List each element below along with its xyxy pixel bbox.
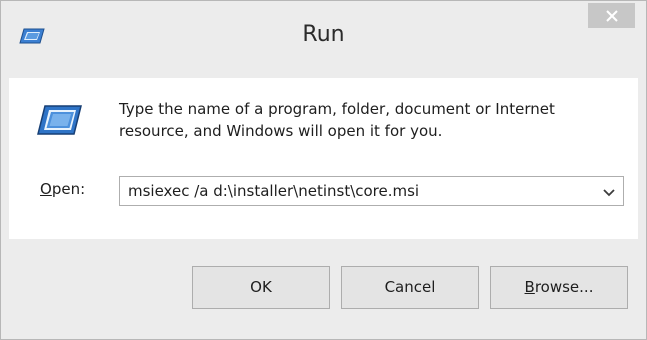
close-icon [605, 9, 619, 23]
cancel-button[interactable]: Cancel [341, 266, 479, 309]
title-bar[interactable]: Run [1, 1, 646, 78]
browse-accelerator: B [524, 278, 535, 296]
browse-button[interactable]: Browse... [490, 266, 628, 309]
open-combobox[interactable] [119, 176, 624, 206]
dialog-content: Type the name of a program, folder, docu… [9, 78, 638, 239]
window-title: Run [302, 22, 345, 47]
chevron-down-icon [603, 182, 615, 201]
ok-button[interactable]: OK [192, 266, 330, 309]
description-text: Type the name of a program, folder, docu… [119, 100, 555, 140]
run-dialog-icon [35, 100, 83, 140]
close-button[interactable] [588, 3, 635, 28]
open-label: Open: [40, 178, 85, 200]
open-input[interactable] [120, 177, 590, 205]
open-label-text: pen: [51, 180, 86, 198]
browse-label: rowse... [534, 278, 594, 296]
dropdown-button[interactable] [595, 177, 623, 205]
run-dialog: Run Type the name of a program, folder, … [0, 0, 647, 340]
open-label-accelerator: O [40, 180, 52, 198]
